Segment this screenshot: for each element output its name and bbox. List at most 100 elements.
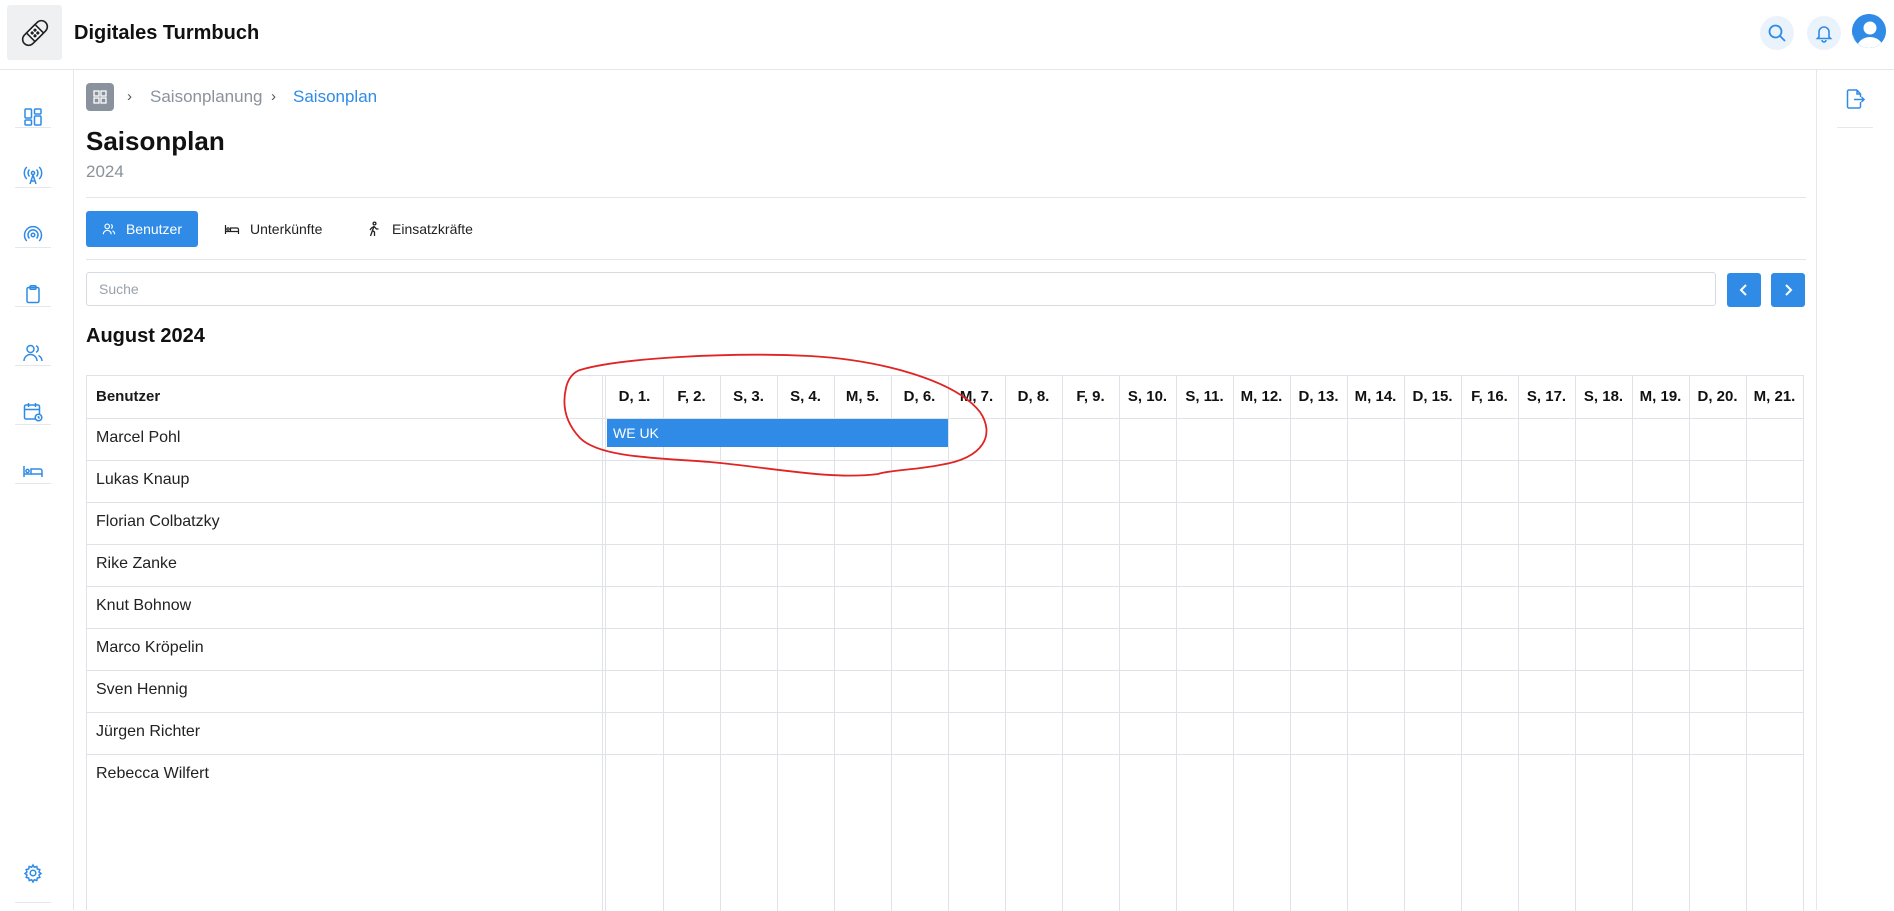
row-line — [87, 502, 1803, 503]
day-column-header: S, 10. — [1127, 388, 1168, 405]
day-column-line — [1176, 376, 1177, 911]
rail-divider — [1837, 127, 1873, 128]
day-column-line — [1062, 376, 1063, 911]
sidebar-divider — [15, 483, 51, 484]
day-column-header: F, 2. — [677, 388, 706, 405]
row-line — [87, 544, 1803, 545]
day-column-header: M, 14. — [1354, 388, 1397, 405]
sidebar-item-settings[interactable] — [15, 855, 51, 891]
day-column-header: M, 19. — [1639, 388, 1682, 405]
column-divider — [602, 376, 606, 911]
top-bar: Digitales Turmbuch — [0, 0, 1894, 70]
day-column-line — [1404, 376, 1405, 911]
sidebar-divider — [15, 306, 51, 307]
user-name[interactable]: Lukas Knaup — [96, 471, 189, 489]
dashboard-icon — [24, 108, 42, 126]
user-name[interactable]: Jürgen Richter — [96, 723, 200, 741]
breadcrumb-home[interactable] — [86, 83, 114, 111]
day-column-header: M, 12. — [1240, 388, 1283, 405]
tower-antenna-icon — [23, 166, 43, 185]
day-column-line — [891, 376, 892, 911]
row-line — [87, 586, 1803, 587]
user-name[interactable]: Knut Bohnow — [96, 597, 191, 615]
user-avatar[interactable] — [1852, 14, 1886, 48]
sidebar-divider — [15, 902, 51, 903]
search-input[interactable] — [86, 272, 1716, 306]
person-walking-icon — [369, 221, 379, 237]
sidebar-divider — [15, 424, 51, 425]
search-icon — [1768, 24, 1786, 42]
day-column-line — [948, 376, 949, 911]
day-column-header: D, 15. — [1412, 388, 1453, 405]
day-column-line — [1290, 376, 1291, 911]
day-column-header: M, 7. — [959, 388, 994, 405]
day-column-line — [834, 376, 835, 911]
user-name[interactable]: Sven Hennig — [96, 681, 188, 699]
day-column-header: S, 17. — [1526, 388, 1567, 405]
divider — [86, 197, 1806, 198]
breadcrumb-current[interactable]: Saisonplan — [293, 87, 377, 107]
user-column-header: Benutzer — [96, 388, 161, 405]
row-line — [87, 460, 1803, 461]
tab-label: Benutzer — [125, 221, 182, 237]
month-label: August 2024 — [86, 325, 205, 347]
calendar-icon — [23, 403, 43, 422]
day-column-header: M, 5. — [845, 388, 880, 405]
sidebar — [0, 70, 74, 910]
tab-benutzer[interactable]: Benutzer — [86, 211, 198, 247]
day-column-header: S, 11. — [1185, 388, 1224, 405]
settings-icon — [23, 863, 43, 883]
user-name[interactable]: Florian Colbatzky — [96, 513, 220, 531]
sidebar-item-dashboard[interactable] — [15, 99, 51, 135]
user-name[interactable]: Rebecca Wilfert — [96, 765, 209, 783]
chevron-right-icon: › — [127, 88, 132, 105]
day-column-line — [1575, 376, 1576, 911]
chevron-right-icon — [1785, 284, 1793, 296]
sidebar-divider — [15, 365, 51, 366]
user-name[interactable]: Marco Kröpelin — [96, 639, 204, 657]
bandage-logo-icon — [21, 19, 48, 46]
bed-icon — [23, 466, 43, 477]
tab-unterkuenfte[interactable]: Unterkünfte — [208, 211, 338, 247]
day-column-header: S, 3. — [733, 388, 764, 405]
day-column-header: M, 21. — [1753, 388, 1796, 405]
day-column-line — [1461, 376, 1462, 911]
tab-einsatzkraefte[interactable]: Einsatzkräfte — [350, 211, 489, 247]
avatar-icon — [1852, 14, 1886, 48]
previous-month-button[interactable] — [1727, 273, 1761, 307]
day-column-line — [1119, 376, 1120, 911]
row-line — [87, 670, 1803, 671]
divider — [86, 259, 1806, 260]
app-logo[interactable] — [7, 5, 62, 60]
day-column-line — [663, 376, 664, 911]
next-month-button[interactable] — [1771, 273, 1805, 307]
day-column-line — [720, 376, 721, 911]
user-name[interactable]: Marcel Pohl — [96, 429, 180, 447]
export-button[interactable] — [1837, 81, 1873, 117]
event-bar[interactable]: WE UK — [607, 419, 948, 447]
day-column-line — [1347, 376, 1348, 911]
day-column-header: F, 9. — [1076, 388, 1105, 405]
dashboard-icon — [93, 90, 107, 104]
day-column-header: D, 6. — [903, 388, 936, 405]
tab-label: Einsatzkräfte — [392, 221, 473, 237]
user-name[interactable]: Rike Zanke — [96, 555, 177, 573]
row-line — [87, 754, 1803, 755]
page-subtitle: 2024 — [86, 162, 124, 181]
day-column-header: D, 20. — [1697, 388, 1738, 405]
day-column-line — [1005, 376, 1006, 911]
search-button[interactable] — [1760, 16, 1794, 50]
row-line — [87, 628, 1803, 629]
day-column-header: D, 1. — [618, 388, 651, 405]
tab-label: Unterkünfte — [250, 221, 323, 237]
day-column-header: S, 18. — [1583, 388, 1624, 405]
breadcrumb-item[interactable]: Saisonplanung — [150, 87, 262, 107]
day-column-line — [1518, 376, 1519, 911]
sidebar-divider — [15, 187, 51, 188]
chevron-right-icon: › — [271, 88, 276, 105]
row-line — [87, 712, 1803, 713]
app-title: Digitales Turmbuch — [74, 22, 260, 44]
users-icon — [23, 344, 43, 362]
notifications-button[interactable] — [1807, 16, 1841, 50]
day-column-line — [1803, 376, 1804, 911]
